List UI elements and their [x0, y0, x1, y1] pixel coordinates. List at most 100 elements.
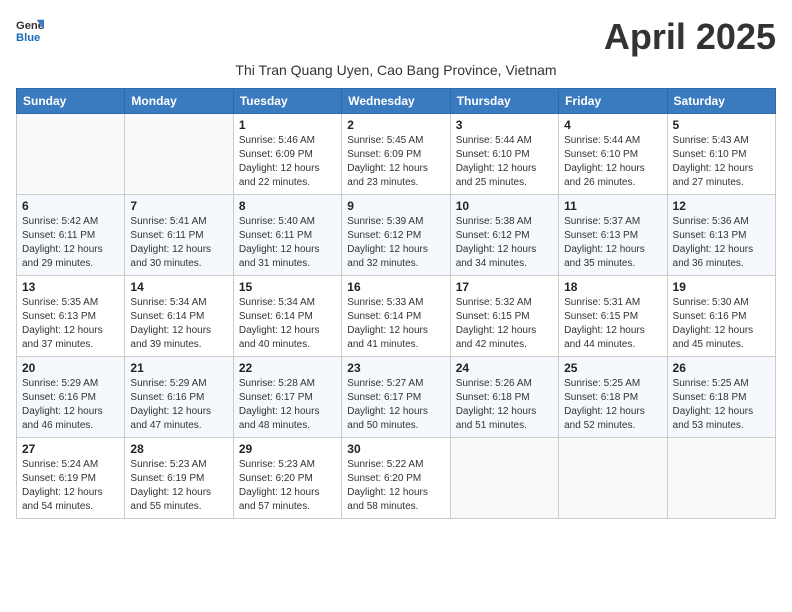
day-info: Sunrise: 5:41 AM Sunset: 6:11 PM Dayligh…: [130, 215, 227, 271]
day-number: 22: [239, 361, 336, 375]
day-info: Sunrise: 5:34 AM Sunset: 6:14 PM Dayligh…: [239, 296, 336, 352]
location-subtitle: Thi Tran Quang Uyen, Cao Bang Province, …: [16, 62, 776, 78]
calendar-cell: 20 Sunrise: 5:29 AM Sunset: 6:16 PM Dayli…: [17, 357, 125, 438]
day-number: 10: [456, 199, 553, 213]
day-number: 11: [564, 199, 661, 213]
calendar-cell: [125, 114, 233, 195]
calendar-cell: 12 Sunrise: 5:36 AM Sunset: 6:13 PM Dayli…: [667, 195, 775, 276]
day-info: Sunrise: 5:23 AM Sunset: 6:19 PM Dayligh…: [130, 458, 227, 514]
calendar-table: SundayMondayTuesdayWednesdayThursdayFrid…: [16, 88, 776, 519]
calendar-cell: 8 Sunrise: 5:40 AM Sunset: 6:11 PM Daylig…: [233, 195, 341, 276]
calendar-cell: [667, 438, 775, 519]
calendar-cell: 27 Sunrise: 5:24 AM Sunset: 6:19 PM Dayli…: [17, 438, 125, 519]
calendar-cell: 28 Sunrise: 5:23 AM Sunset: 6:19 PM Dayli…: [125, 438, 233, 519]
calendar-cell: 25 Sunrise: 5:25 AM Sunset: 6:18 PM Dayli…: [559, 357, 667, 438]
calendar-cell: 2 Sunrise: 5:45 AM Sunset: 6:09 PM Daylig…: [342, 114, 450, 195]
calendar-cell: 16 Sunrise: 5:33 AM Sunset: 6:14 PM Dayli…: [342, 276, 450, 357]
calendar-cell: [559, 438, 667, 519]
day-info: Sunrise: 5:29 AM Sunset: 6:16 PM Dayligh…: [22, 377, 119, 433]
day-header-sunday: Sunday: [17, 89, 125, 114]
day-info: Sunrise: 5:34 AM Sunset: 6:14 PM Dayligh…: [130, 296, 227, 352]
day-number: 8: [239, 199, 336, 213]
day-number: 16: [347, 280, 444, 294]
day-info: Sunrise: 5:29 AM Sunset: 6:16 PM Dayligh…: [130, 377, 227, 433]
day-info: Sunrise: 5:42 AM Sunset: 6:11 PM Dayligh…: [22, 215, 119, 271]
calendar-cell: 6 Sunrise: 5:42 AM Sunset: 6:11 PM Daylig…: [17, 195, 125, 276]
day-number: 2: [347, 118, 444, 132]
day-number: 14: [130, 280, 227, 294]
day-number: 12: [673, 199, 770, 213]
day-number: 15: [239, 280, 336, 294]
day-header-wednesday: Wednesday: [342, 89, 450, 114]
day-number: 30: [347, 442, 444, 456]
day-number: 24: [456, 361, 553, 375]
day-info: Sunrise: 5:45 AM Sunset: 6:09 PM Dayligh…: [347, 134, 444, 190]
day-info: Sunrise: 5:25 AM Sunset: 6:18 PM Dayligh…: [673, 377, 770, 433]
calendar-cell: 24Sunrise: 5:26 AM Sunset: 6:18 PM Dayli…: [450, 357, 558, 438]
calendar-cell: 21 Sunrise: 5:29 AM Sunset: 6:16 PM Dayli…: [125, 357, 233, 438]
day-info: Sunrise: 5:36 AM Sunset: 6:13 PM Dayligh…: [673, 215, 770, 271]
calendar-cell: 22 Sunrise: 5:28 AM Sunset: 6:17 PM Dayli…: [233, 357, 341, 438]
calendar-cell: 29 Sunrise: 5:23 AM Sunset: 6:20 PM Dayli…: [233, 438, 341, 519]
day-info: Sunrise: 5:24 AM Sunset: 6:19 PM Dayligh…: [22, 458, 119, 514]
day-number: 25: [564, 361, 661, 375]
calendar-cell: 3 Sunrise: 5:44 AM Sunset: 6:10 PM Daylig…: [450, 114, 558, 195]
day-number: 17: [456, 280, 553, 294]
day-number: 19: [673, 280, 770, 294]
calendar-cell: 23 Sunrise: 5:27 AM Sunset: 6:17 PM Dayli…: [342, 357, 450, 438]
calendar-cell: 9Sunrise: 5:39 AM Sunset: 6:12 PM Daylig…: [342, 195, 450, 276]
day-number: 28: [130, 442, 227, 456]
day-info: Sunrise: 5:32 AM Sunset: 6:15 PM Dayligh…: [456, 296, 553, 352]
calendar-cell: 15 Sunrise: 5:34 AM Sunset: 6:14 PM Dayli…: [233, 276, 341, 357]
calendar-cell: 19 Sunrise: 5:30 AM Sunset: 6:16 PM Dayli…: [667, 276, 775, 357]
calendar-cell: [450, 438, 558, 519]
day-number: 5: [673, 118, 770, 132]
day-number: 21: [130, 361, 227, 375]
day-info: Sunrise: 5:46 AM Sunset: 6:09 PM Dayligh…: [239, 134, 336, 190]
calendar-cell: 30 Sunrise: 5:22 AM Sunset: 6:20 PM Dayli…: [342, 438, 450, 519]
calendar-cell: 18Sunrise: 5:31 AM Sunset: 6:15 PM Dayli…: [559, 276, 667, 357]
day-info: Sunrise: 5:25 AM Sunset: 6:18 PM Dayligh…: [564, 377, 661, 433]
logo: General Blue: [16, 16, 44, 44]
day-number: 26: [673, 361, 770, 375]
day-header-saturday: Saturday: [667, 89, 775, 114]
calendar-cell: 7 Sunrise: 5:41 AM Sunset: 6:11 PM Daylig…: [125, 195, 233, 276]
calendar-cell: 10 Sunrise: 5:38 AM Sunset: 6:12 PM Dayli…: [450, 195, 558, 276]
day-info: Sunrise: 5:22 AM Sunset: 6:20 PM Dayligh…: [347, 458, 444, 514]
day-number: 20: [22, 361, 119, 375]
calendar-cell: 1 Sunrise: 5:46 AM Sunset: 6:09 PM Daylig…: [233, 114, 341, 195]
calendar-cell: 4Sunrise: 5:44 AM Sunset: 6:10 PM Daylig…: [559, 114, 667, 195]
day-info: Sunrise: 5:27 AM Sunset: 6:17 PM Dayligh…: [347, 377, 444, 433]
calendar-cell: 14 Sunrise: 5:34 AM Sunset: 6:14 PM Dayli…: [125, 276, 233, 357]
day-number: 27: [22, 442, 119, 456]
day-info: Sunrise: 5:31 AM Sunset: 6:15 PM Dayligh…: [564, 296, 661, 352]
day-number: 3: [456, 118, 553, 132]
day-info: Sunrise: 5:28 AM Sunset: 6:17 PM Dayligh…: [239, 377, 336, 433]
calendar-cell: 26 Sunrise: 5:25 AM Sunset: 6:18 PM Dayli…: [667, 357, 775, 438]
day-info: Sunrise: 5:44 AM Sunset: 6:10 PM Dayligh…: [564, 134, 661, 190]
day-info: Sunrise: 5:44 AM Sunset: 6:10 PM Dayligh…: [456, 134, 553, 190]
day-number: 13: [22, 280, 119, 294]
day-header-thursday: Thursday: [450, 89, 558, 114]
day-info: Sunrise: 5:37 AM Sunset: 6:13 PM Dayligh…: [564, 215, 661, 271]
day-number: 7: [130, 199, 227, 213]
day-number: 6: [22, 199, 119, 213]
day-header-tuesday: Tuesday: [233, 89, 341, 114]
calendar-cell: 5 Sunrise: 5:43 AM Sunset: 6:10 PM Daylig…: [667, 114, 775, 195]
calendar-cell: 11 Sunrise: 5:37 AM Sunset: 6:13 PM Dayli…: [559, 195, 667, 276]
day-info: Sunrise: 5:43 AM Sunset: 6:10 PM Dayligh…: [673, 134, 770, 190]
day-info: Sunrise: 5:23 AM Sunset: 6:20 PM Dayligh…: [239, 458, 336, 514]
svg-text:Blue: Blue: [16, 32, 40, 44]
day-info: Sunrise: 5:39 AM Sunset: 6:12 PM Dayligh…: [347, 215, 444, 271]
day-info: Sunrise: 5:30 AM Sunset: 6:16 PM Dayligh…: [673, 296, 770, 352]
day-info: Sunrise: 5:33 AM Sunset: 6:14 PM Dayligh…: [347, 296, 444, 352]
day-info: Sunrise: 5:40 AM Sunset: 6:11 PM Dayligh…: [239, 215, 336, 271]
day-number: 23: [347, 361, 444, 375]
day-number: 1: [239, 118, 336, 132]
calendar-cell: 17 Sunrise: 5:32 AM Sunset: 6:15 PM Dayli…: [450, 276, 558, 357]
day-info: Sunrise: 5:38 AM Sunset: 6:12 PM Dayligh…: [456, 215, 553, 271]
page-title: April 2025: [604, 16, 776, 58]
day-info: Sunrise: 5:35 AM Sunset: 6:13 PM Dayligh…: [22, 296, 119, 352]
calendar-cell: [17, 114, 125, 195]
day-number: 29: [239, 442, 336, 456]
